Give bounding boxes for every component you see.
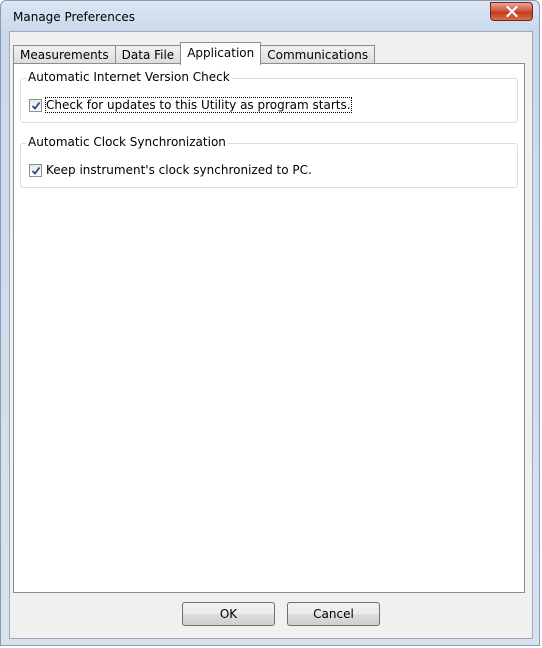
dialog-button-bar: OK Cancel [10,602,532,626]
version-check-group: Automatic Internet Version Check Check f… [20,70,518,123]
window-title: Manage Preferences [13,10,136,24]
title-bar[interactable]: Manage Preferences [1,1,539,31]
clock-sync-group: Automatic Clock Synchronization Keep ins… [20,135,518,188]
tab-data-file[interactable]: Data File [114,45,182,64]
close-icon [506,6,518,17]
clock-sync-option[interactable]: Keep instrument's clock synchronized to … [29,163,312,177]
checkmark-icon [31,166,41,175]
update-check-option[interactable]: Check for updates to this Utility as pro… [29,97,352,113]
clock-sync-checkbox[interactable] [29,163,42,177]
tab-application[interactable]: Application [180,42,262,65]
clock-sync-legend: Automatic Clock Synchronization [26,135,228,149]
update-check-label: Check for updates to this Utility as pro… [45,97,352,113]
tab-measurements[interactable]: Measurements [13,45,116,64]
application-tab-panel: Automatic Internet Version Check Check f… [13,63,525,593]
dialog-window: Manage Preferences Measurements Data Fil… [0,0,540,646]
update-check-checkbox[interactable] [29,98,42,112]
checkmark-icon [31,101,41,110]
tab-communications[interactable]: Communications [260,45,376,64]
tab-strip: Measurements Data File Application Commu… [13,42,376,65]
ok-button[interactable]: OK [182,602,275,626]
version-check-legend: Automatic Internet Version Check [26,70,232,84]
close-button[interactable] [490,2,533,21]
cancel-button[interactable]: Cancel [287,602,380,626]
clock-sync-label: Keep instrument's clock synchronized to … [46,163,312,177]
dialog-client-area: Measurements Data File Application Commu… [9,31,533,639]
